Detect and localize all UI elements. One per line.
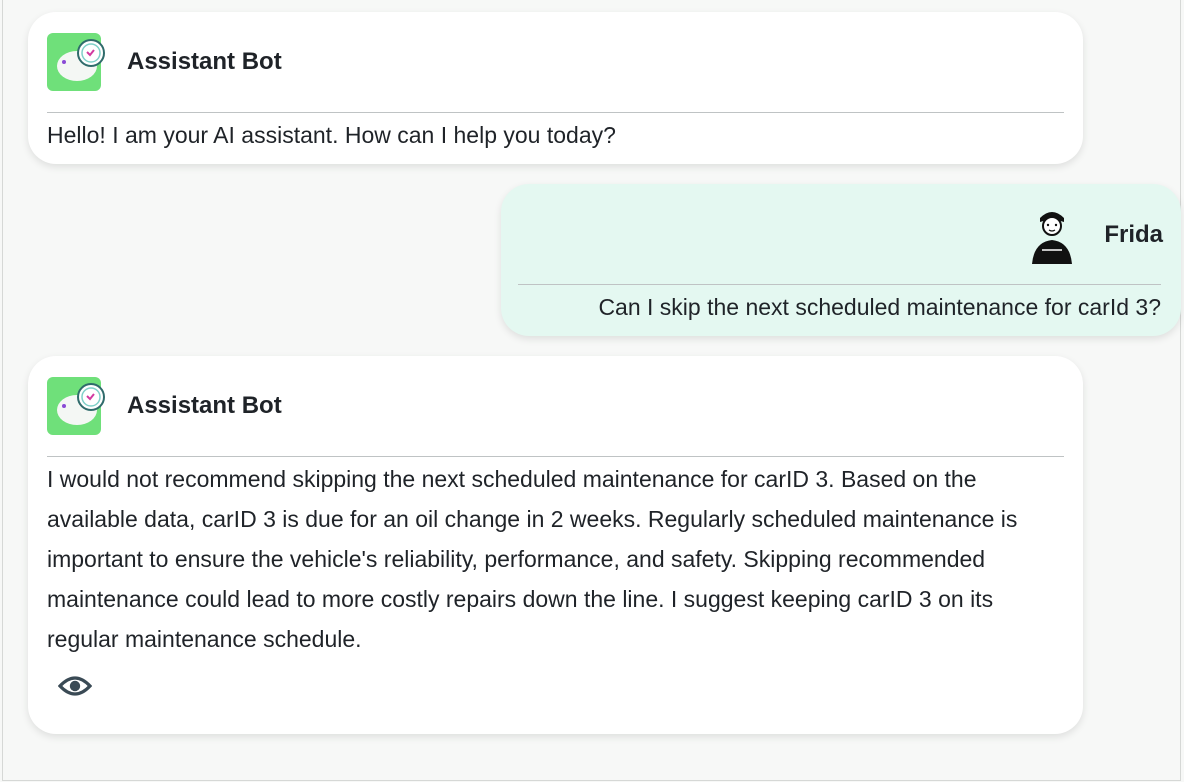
header-divider [518, 284, 1161, 285]
header-divider [47, 456, 1064, 457]
robot-avatar-icon [47, 377, 105, 435]
message-text: Hello! I am your AI assistant. How can I… [47, 122, 616, 148]
chat-container: Assistant Bot Hello! I am your AI assist… [2, 0, 1181, 781]
message-text: Can I skip the next scheduled maintenanc… [598, 294, 1161, 320]
bot-message: Assistant Bot Hello! I am your AI assist… [28, 12, 1083, 164]
robot-avatar-icon [47, 33, 105, 91]
message-header: Frida [1028, 206, 1163, 264]
header-divider [47, 112, 1064, 113]
sender-name: Frida [1104, 221, 1163, 248]
sender-name: Assistant Bot [127, 48, 282, 75]
sender-name: Assistant Bot [127, 392, 282, 419]
bot-message: Assistant Bot I would not recommend skip… [28, 356, 1083, 734]
user-message: Frida Can I skip the next scheduled main… [501, 184, 1181, 336]
eye-icon[interactable] [58, 672, 92, 700]
message-header: Assistant Bot [47, 33, 282, 91]
user-avatar-icon [1032, 212, 1073, 264]
message-text: I would not recommend skipping the next … [47, 466, 1018, 652]
message-header: Assistant Bot [47, 377, 282, 435]
